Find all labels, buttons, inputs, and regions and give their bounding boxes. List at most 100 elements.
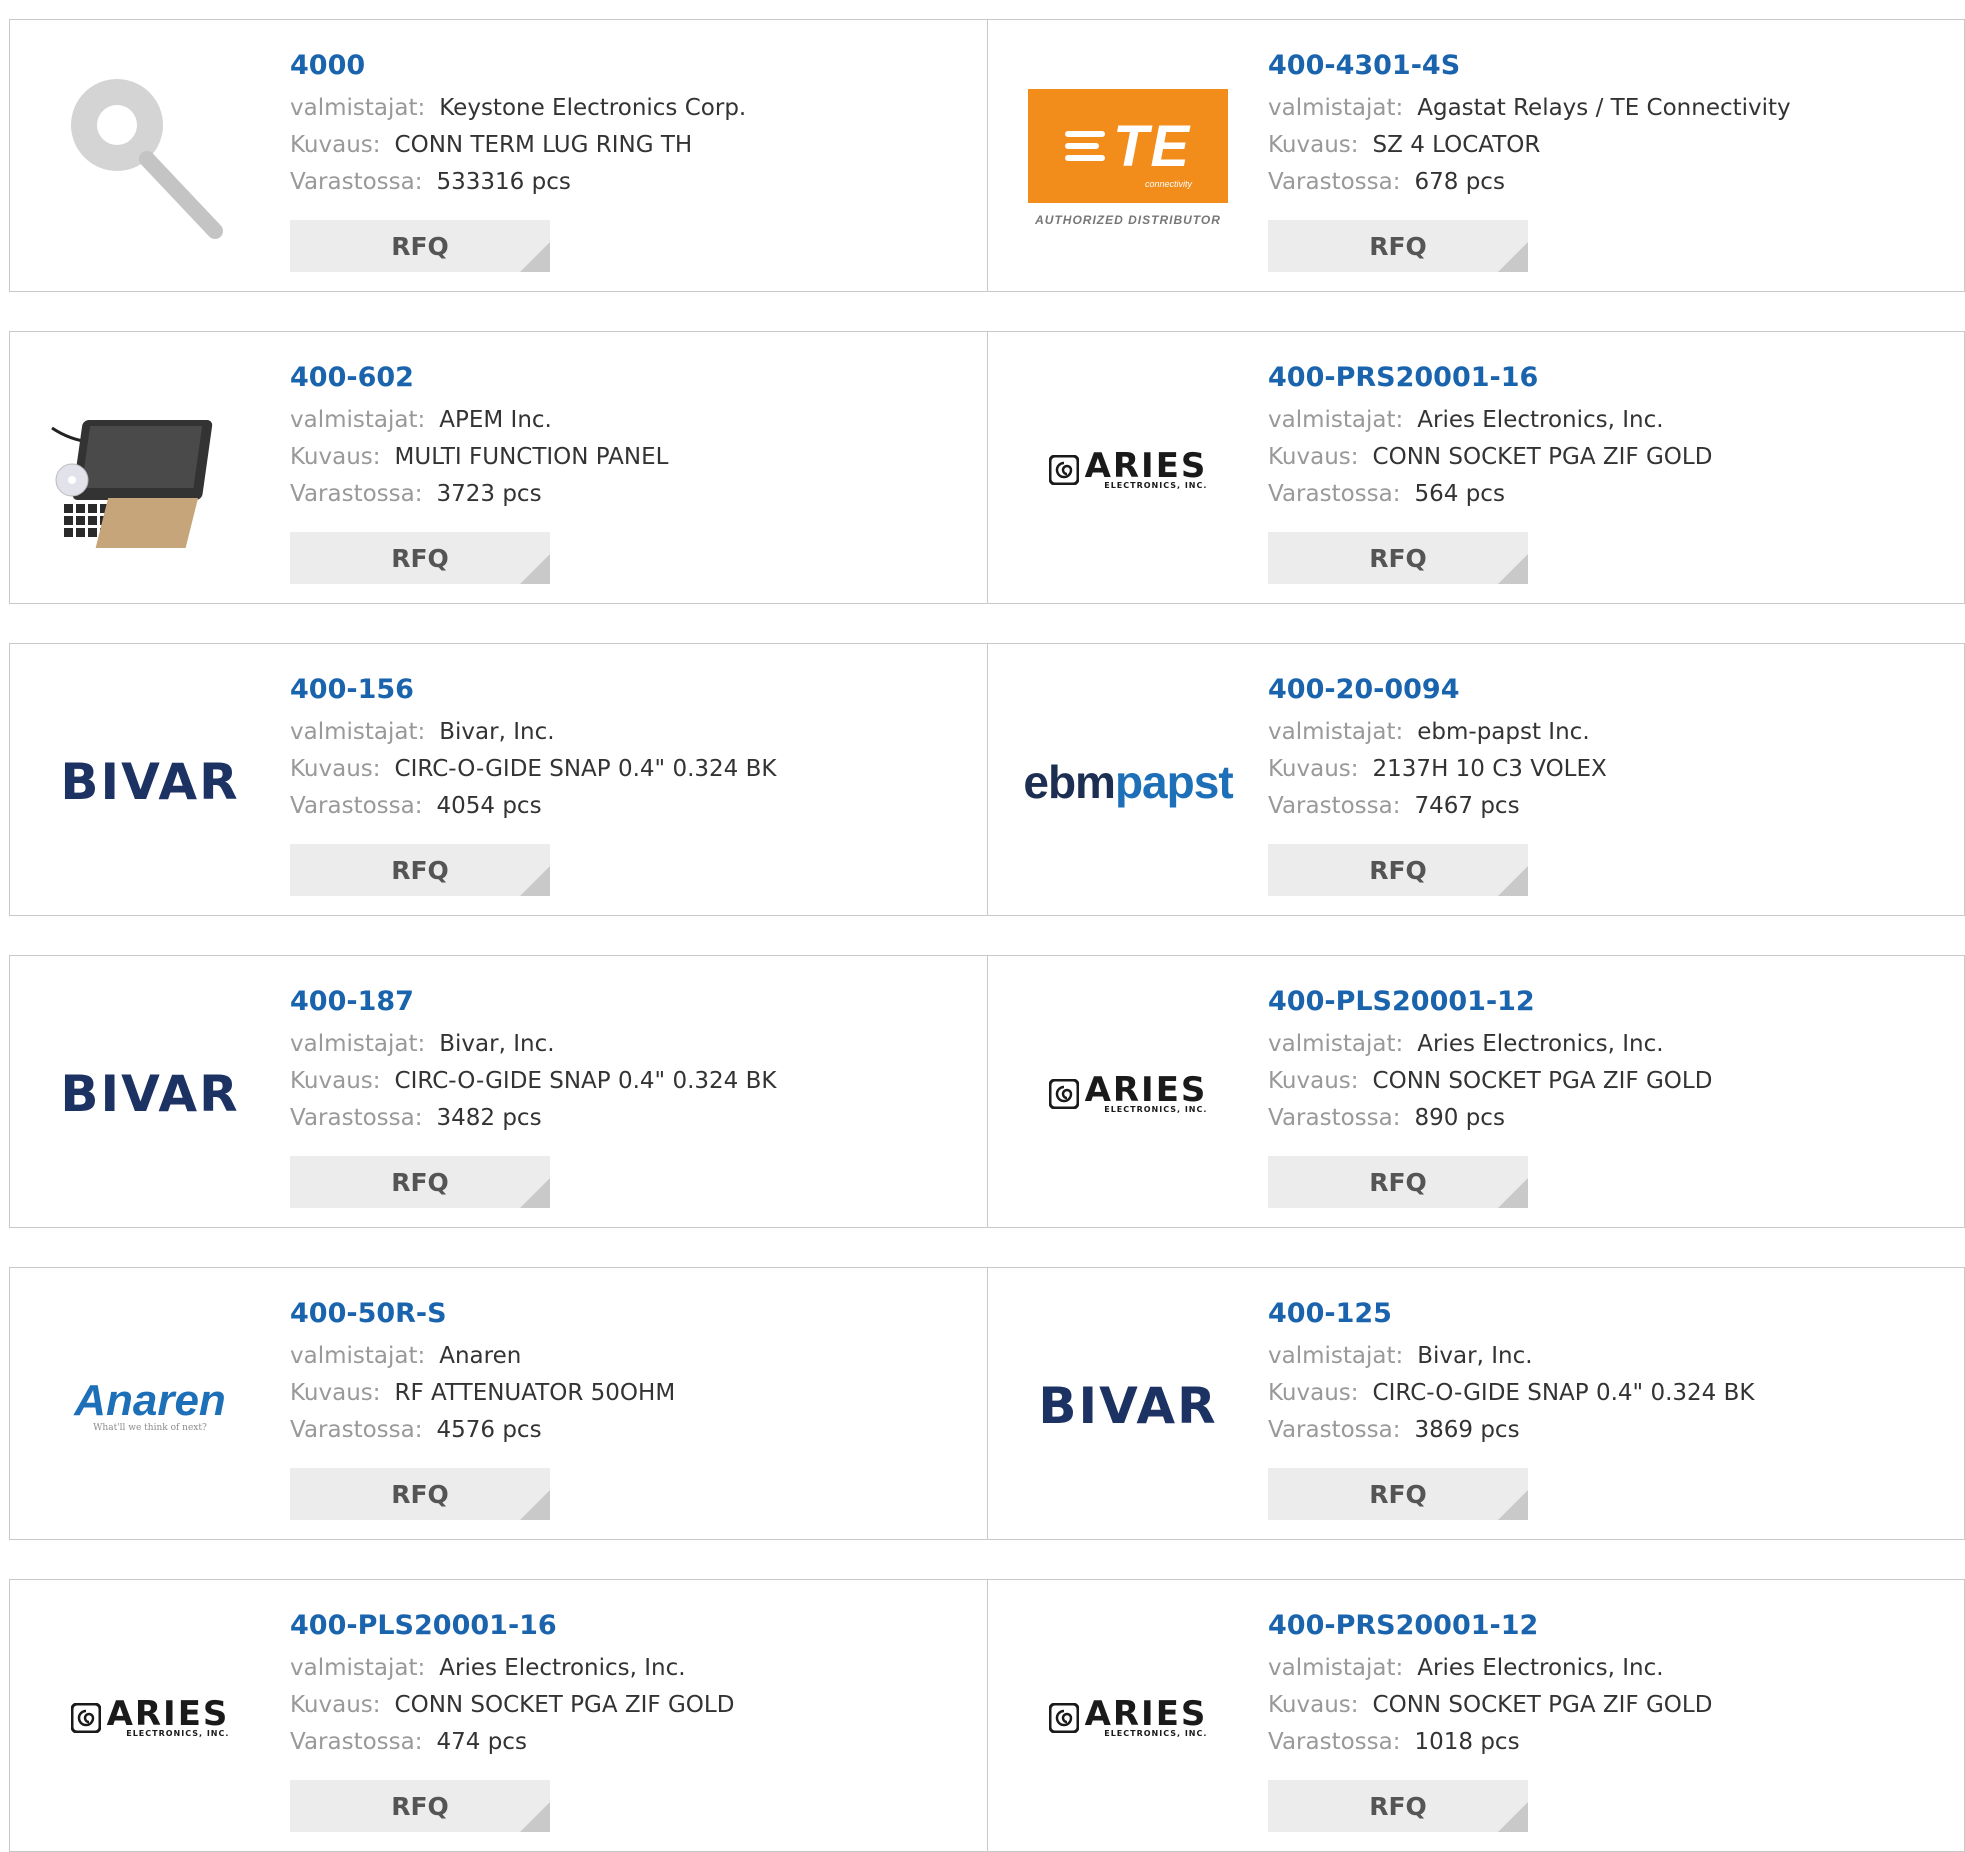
product-image[interactable]: ARIES ELECTRONICS, INC.: [50, 1618, 250, 1818]
manufacturer-value: Keystone Electronics Corp.: [439, 95, 747, 121]
rfq-button[interactable]: RFQ: [1268, 532, 1528, 584]
manufacturer-value: APEM Inc.: [439, 407, 552, 433]
product-image[interactable]: ARIES ELECTRONICS, INC.: [1028, 1618, 1228, 1818]
part-number-link[interactable]: 400-PRS20001-16: [1268, 362, 1954, 394]
manufacturer-label: valmistajat:: [1268, 1031, 1404, 1057]
te-connectivity-logo: TE connectivity AUTHORIZED DISTRIBUTOR: [1028, 89, 1228, 227]
rfq-label: RFQ: [391, 855, 449, 885]
product-row: 4000 valmistajat: Keystone Electronics Co…: [9, 19, 1965, 292]
rfq-label: RFQ: [1369, 543, 1427, 573]
description-value: CONN SOCKET PGA ZIF GOLD: [1372, 1692, 1713, 1718]
aries-logo: ARIES ELECTRONICS, INC.: [70, 1693, 230, 1738]
corner-triangle-icon: [520, 1490, 550, 1520]
stock-label: Varastossa:: [290, 793, 423, 819]
stock-value: 533316 pcs: [436, 169, 571, 195]
part-number-link[interactable]: 400-602: [290, 362, 977, 394]
te-letters: TE: [1112, 113, 1192, 179]
part-number-link[interactable]: 400-50R-S: [290, 1298, 977, 1330]
product-image[interactable]: TE connectivity AUTHORIZED DISTRIBUTOR: [1028, 58, 1228, 258]
corner-triangle-icon: [520, 866, 550, 896]
rfq-button[interactable]: RFQ: [290, 1156, 550, 1208]
aries-sub: ELECTRONICS, INC.: [1104, 480, 1208, 490]
rfq-button[interactable]: RFQ: [290, 1780, 550, 1832]
rfq-label: RFQ: [1369, 231, 1427, 261]
manufacturer-value: Bivar, Inc.: [439, 1031, 555, 1057]
product-card: Anaren What'll we think of next? 400-50R…: [10, 1268, 987, 1539]
stock-label: Varastossa:: [290, 1105, 423, 1131]
product-card: ebmpapst 400-20-0094 valmistajat: ebm-pap…: [987, 644, 1964, 915]
description-value: RF ATTENUATOR 50OHM: [394, 1380, 676, 1406]
manufacturer-label: valmistajat:: [290, 407, 426, 433]
description-label: Kuvaus:: [1268, 132, 1359, 158]
description-value: CIRC-O-GIDE SNAP 0.4" 0.324 BK: [1372, 1380, 1755, 1406]
manufacturer-value: Aries Electronics, Inc.: [1417, 1655, 1664, 1681]
manufacturer-value: Bivar, Inc.: [439, 719, 555, 745]
part-number-link[interactable]: 400-156: [290, 674, 977, 706]
product-image[interactable]: ARIES ELECTRONICS, INC.: [1028, 994, 1228, 1194]
part-number-link[interactable]: 400-125: [1268, 1298, 1954, 1330]
rfq-button[interactable]: RFQ: [1268, 1468, 1528, 1520]
manufacturer-label: valmistajat:: [1268, 95, 1404, 121]
anaren-word: Anaren: [74, 1376, 226, 1425]
part-number-link[interactable]: 400-PLS20001-12: [1268, 986, 1954, 1018]
rfq-label: RFQ: [391, 1791, 449, 1821]
rfq-button[interactable]: RFQ: [290, 1468, 550, 1520]
part-number-link[interactable]: 400-PLS20001-16: [290, 1610, 977, 1642]
manufacturer-label: valmistajat:: [290, 1655, 426, 1681]
product-image[interactable]: BIVAR: [1028, 1306, 1228, 1506]
part-number-link[interactable]: 400-PRS20001-12: [1268, 1610, 1954, 1642]
product-image[interactable]: BIVAR: [50, 994, 250, 1194]
rfq-button[interactable]: RFQ: [290, 220, 550, 272]
manufacturer-label: valmistajat:: [1268, 719, 1404, 745]
rfq-button[interactable]: RFQ: [290, 844, 550, 896]
stock-label: Varastossa:: [1268, 793, 1401, 819]
panel-kit-photo: [51, 420, 213, 548]
product-image[interactable]: [50, 370, 250, 570]
part-number-link[interactable]: 400-20-0094: [1268, 674, 1954, 706]
aries-word: ARIES: [106, 1693, 230, 1734]
rfq-button[interactable]: RFQ: [1268, 844, 1528, 896]
rfq-label: RFQ: [1369, 1167, 1427, 1197]
part-number-link[interactable]: 400-4301-4S: [1268, 50, 1954, 82]
stock-value: 474 pcs: [436, 1729, 527, 1755]
description-value: MULTI FUNCTION PANEL: [394, 444, 669, 470]
bivar-logo: BIVAR: [60, 753, 240, 811]
manufacturer-value: Agastat Relays / TE Connectivity: [1417, 95, 1791, 121]
product-image[interactable]: BIVAR: [50, 682, 250, 882]
part-number-link[interactable]: 4000: [290, 50, 977, 82]
aries-swirl-icon: [1048, 455, 1079, 485]
description-label: Kuvaus:: [1268, 1692, 1359, 1718]
product-card: TE connectivity AUTHORIZED DISTRIBUTOR 4…: [987, 20, 1964, 291]
rfq-button[interactable]: RFQ: [1268, 1156, 1528, 1208]
rfq-button[interactable]: RFQ: [290, 532, 550, 584]
stock-value: 7467 pcs: [1414, 793, 1520, 819]
te-authorized: AUTHORIZED DISTRIBUTOR: [1035, 213, 1221, 227]
part-number-link[interactable]: 400-187: [290, 986, 977, 1018]
description-value: CIRC-O-GIDE SNAP 0.4" 0.324 BK: [394, 1068, 777, 1094]
corner-triangle-icon: [520, 554, 550, 584]
description-label: Kuvaus:: [1268, 1068, 1359, 1094]
rfq-button[interactable]: RFQ: [1268, 1780, 1528, 1832]
manufacturer-value: Aries Electronics, Inc.: [1417, 407, 1664, 433]
manufacturer-label: valmistajat:: [290, 95, 426, 121]
stock-label: Varastossa:: [1268, 1729, 1401, 1755]
product-image[interactable]: [50, 58, 250, 258]
rfq-button[interactable]: RFQ: [1268, 220, 1528, 272]
stock-value: 890 pcs: [1414, 1105, 1505, 1131]
manufacturer-value: ebm-papst Inc.: [1417, 719, 1590, 745]
manufacturer-label: valmistajat:: [290, 719, 426, 745]
product-card: ARIES ELECTRONICS, INC. 400-PRS20001-12 v…: [987, 1580, 1964, 1851]
product-image[interactable]: ARIES ELECTRONICS, INC.: [1028, 370, 1228, 570]
ebmpapst-logo: ebmpapst: [1023, 755, 1234, 809]
papst-word: papst: [1114, 756, 1234, 808]
product-image[interactable]: ebmpapst: [1023, 682, 1233, 882]
description-label: Kuvaus:: [1268, 444, 1359, 470]
anaren-tagline: What'll we think of next?: [93, 1423, 207, 1433]
anaren-logo: Anaren What'll we think of next?: [74, 1376, 226, 1434]
stock-label: Varastossa:: [290, 169, 423, 195]
product-image[interactable]: Anaren What'll we think of next?: [50, 1306, 250, 1506]
stock-value: 678 pcs: [1414, 169, 1505, 195]
corner-triangle-icon: [520, 242, 550, 272]
rfq-label: RFQ: [1369, 1479, 1427, 1509]
product-card: BIVAR 400-187 valmistajat: Bivar, Inc. Ku…: [10, 956, 987, 1227]
